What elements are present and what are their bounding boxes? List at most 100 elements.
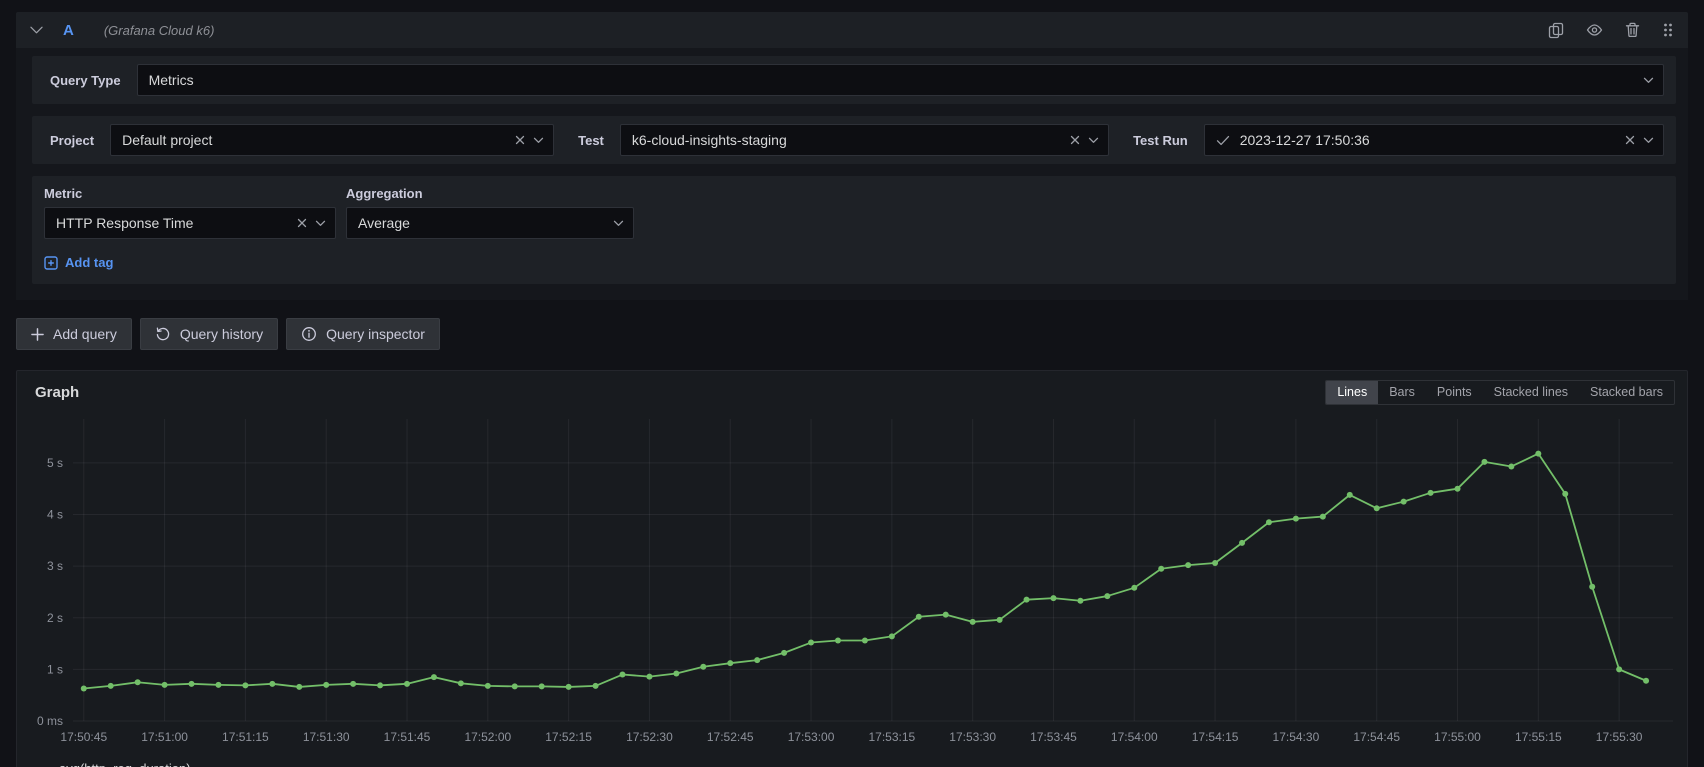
view-mode-points[interactable]: Points (1426, 381, 1483, 404)
trash-icon[interactable] (1625, 22, 1640, 38)
svg-text:17:54:45: 17:54:45 (1353, 730, 1400, 744)
project-test-row: Project Default project Test k6-cloud-in… (32, 116, 1676, 164)
test-select[interactable]: k6-cloud-insights-staging (620, 124, 1109, 156)
query-editor-body: Query Type Metrics Project Default proje… (16, 48, 1688, 300)
query-inspector-button[interactable]: Query inspector (286, 318, 440, 350)
aggregation-select[interactable]: Average (346, 207, 634, 239)
view-mode-stacked-bars[interactable]: Stacked bars (1579, 381, 1674, 404)
clear-icon[interactable] (1070, 135, 1080, 145)
info-circle-icon (301, 326, 317, 342)
page: A (Grafana Cloud k6) Qu (0, 0, 1704, 767)
test-run-value: 2023-12-27 17:50:36 (1240, 132, 1615, 148)
test-label: Test (578, 133, 604, 148)
chevron-down-icon[interactable] (1088, 137, 1099, 144)
project-label: Project (50, 133, 94, 148)
chevron-down-icon[interactable] (1643, 77, 1654, 84)
add-query-label: Add query (53, 326, 117, 342)
clear-icon[interactable] (297, 218, 307, 228)
drag-handle-icon[interactable] (1662, 22, 1674, 38)
query-history-label: Query history (180, 326, 263, 342)
view-mode-lines[interactable]: Lines (1326, 381, 1378, 404)
svg-text:17:52:30: 17:52:30 (626, 730, 673, 744)
aggregation-label: Aggregation (346, 186, 634, 201)
duplicate-icon[interactable] (1548, 22, 1564, 39)
query-type-row: Query Type Metrics (32, 56, 1676, 104)
add-tag-button[interactable]: Add tag (44, 255, 113, 270)
svg-text:17:55:30: 17:55:30 (1596, 730, 1643, 744)
svg-text:1 s: 1 s (47, 662, 63, 676)
metric-value: HTTP Response Time (56, 215, 287, 231)
plus-square-icon (44, 256, 58, 270)
svg-text:17:55:15: 17:55:15 (1515, 730, 1562, 744)
svg-text:17:52:00: 17:52:00 (464, 730, 511, 744)
eye-icon[interactable] (1586, 22, 1603, 38)
chevron-down-icon[interactable] (533, 137, 544, 144)
svg-text:17:54:15: 17:54:15 (1192, 730, 1239, 744)
legend-series-label: avg(http_req_duration) (59, 761, 191, 767)
svg-text:17:51:00: 17:51:00 (141, 730, 188, 744)
test-field: Test k6-cloud-insights-staging (572, 124, 1109, 156)
plus-icon (31, 328, 44, 341)
view-mode-tabs: Lines Bars Points Stacked lines Stacked … (1325, 380, 1675, 405)
svg-text:17:52:15: 17:52:15 (545, 730, 592, 744)
add-query-button[interactable]: Add query (16, 318, 132, 350)
view-mode-bars[interactable]: Bars (1378, 381, 1426, 404)
svg-text:17:54:30: 17:54:30 (1273, 730, 1320, 744)
query-type-label: Query Type (50, 73, 121, 88)
panel-title: Graph (35, 384, 79, 401)
svg-text:17:50:45: 17:50:45 (60, 730, 107, 744)
collapse-chevron-icon[interactable] (30, 26, 43, 34)
test-value: k6-cloud-insights-staging (632, 132, 1060, 148)
svg-text:17:52:45: 17:52:45 (707, 730, 754, 744)
chevron-down-icon[interactable] (613, 220, 624, 227)
svg-text:0 ms: 0 ms (37, 714, 63, 728)
svg-text:17:53:45: 17:53:45 (1030, 730, 1077, 744)
query-history-button[interactable]: Query history (140, 318, 278, 350)
svg-text:17:51:15: 17:51:15 (222, 730, 269, 744)
query-header: A (Grafana Cloud k6) (16, 12, 1688, 48)
project-select[interactable]: Default project (110, 124, 554, 156)
project-value: Default project (122, 132, 505, 148)
check-icon (1216, 135, 1230, 146)
chevron-down-icon[interactable] (1643, 137, 1654, 144)
metric-select[interactable]: HTTP Response Time (44, 207, 336, 239)
query-type-select[interactable]: Metrics (137, 64, 1664, 96)
svg-text:5 s: 5 s (47, 456, 63, 470)
graph-panel-header: Graph Lines Bars Points Stacked lines St… (25, 377, 1679, 407)
project-field: Project Default project (44, 124, 554, 156)
query-inspector-label: Query inspector (326, 326, 425, 342)
svg-text:17:54:00: 17:54:00 (1111, 730, 1158, 744)
chevron-down-icon[interactable] (315, 220, 326, 227)
svg-text:17:53:00: 17:53:00 (788, 730, 835, 744)
query-toolbar: Add query Query history Query inspector (16, 318, 1688, 350)
svg-text:3 s: 3 s (47, 559, 63, 573)
query-ref-id[interactable]: A (63, 22, 74, 39)
query-editor-row: A (Grafana Cloud k6) Qu (16, 12, 1688, 350)
metric-label: Metric (44, 186, 336, 201)
history-icon (155, 326, 171, 342)
query-type-value: Metrics (149, 72, 1633, 88)
aggregation-value: Average (358, 215, 603, 231)
legend-item[interactable]: avg(http_req_duration) (25, 759, 191, 767)
metric-row: Metric HTTP Response Time Aggregation (32, 176, 1676, 284)
add-tag-label: Add tag (65, 255, 113, 270)
graph-panel: Graph Lines Bars Points Stacked lines St… (16, 370, 1688, 767)
view-mode-stacked-lines[interactable]: Stacked lines (1483, 381, 1579, 404)
test-run-label: Test Run (1133, 133, 1188, 148)
time-series-chart[interactable]: 0 ms 1 s 2 s 3 s 4 s 5 s 17:50:45 17:51:00 17:51… (25, 407, 1679, 759)
svg-text:17:53:15: 17:53:15 (868, 730, 915, 744)
svg-text:17:55:00: 17:55:00 (1434, 730, 1481, 744)
test-run-select[interactable]: 2023-12-27 17:50:36 (1204, 124, 1664, 156)
clear-icon[interactable] (1625, 135, 1635, 145)
svg-text:17:51:30: 17:51:30 (303, 730, 350, 744)
svg-text:4 s: 4 s (47, 508, 63, 522)
query-header-actions (1548, 22, 1674, 39)
datasource-name: (Grafana Cloud k6) (104, 23, 215, 38)
svg-text:17:51:45: 17:51:45 (384, 730, 431, 744)
test-run-field: Test Run 2023-12-27 17:50:36 (1127, 124, 1664, 156)
svg-text:17:53:30: 17:53:30 (949, 730, 996, 744)
clear-icon[interactable] (515, 135, 525, 145)
aggregation-field: Aggregation Average (346, 184, 634, 239)
metric-field: Metric HTTP Response Time (44, 184, 336, 239)
svg-text:2 s: 2 s (47, 611, 63, 625)
